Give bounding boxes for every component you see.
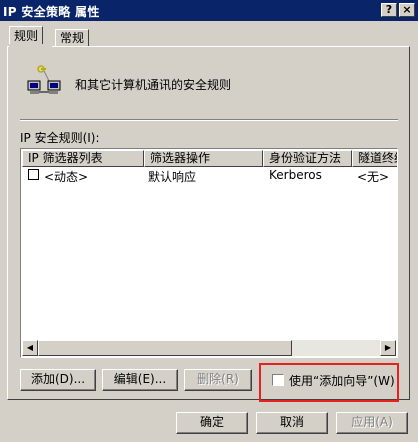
scroll-thumb[interactable] (38, 340, 292, 356)
horizontal-scrollbar[interactable]: ◀ ▶ (22, 340, 396, 356)
row-filter-list: <动态> (44, 170, 89, 184)
title-bar: IP 安全策略 属性 ? × (0, 0, 418, 21)
column-header-filter-action[interactable]: 筛选器操作 (144, 150, 263, 167)
rules-description: 和其它计算机通讯的安全规则 (75, 78, 232, 92)
rule-enabled-checkbox[interactable] (28, 169, 39, 180)
separator (20, 119, 398, 121)
use-wizard-label[interactable]: 使用“添加向导”(W) (289, 372, 395, 389)
column-header-filter-list[interactable]: IP 筛选器列表 (22, 150, 144, 167)
close-button[interactable]: × (399, 3, 415, 17)
use-wizard-checkbox[interactable] (272, 374, 284, 386)
help-button[interactable]: ? (381, 3, 397, 17)
tab-general[interactable]: 常规 (55, 29, 90, 46)
rules-listview[interactable]: IP 筛选器列表 筛选器操作 身份验证方法 隧道终结 <动态> 默认响应 Ker… (20, 148, 398, 358)
scroll-left-icon[interactable]: ◀ (22, 340, 38, 356)
column-header-tunnel[interactable]: 隧道终结 (352, 150, 397, 167)
window-title: IP 安全策略 属性 (3, 5, 100, 19)
row-filter-action: 默认响应 (148, 170, 197, 184)
ok-button[interactable]: 确定 (176, 412, 248, 434)
table-row[interactable]: <动态> 默认响应 Kerberos <无> (22, 167, 396, 184)
scroll-right-icon[interactable]: ▶ (380, 340, 396, 356)
column-header-auth-method[interactable]: 身份验证方法 (263, 150, 352, 167)
row-tunnel: <无> (357, 170, 390, 184)
network-computers-icon (27, 65, 61, 94)
rules-list-label: IP 安全规则(I): (20, 131, 100, 145)
apply-button[interactable]: 应用(A) (336, 412, 408, 434)
row-auth-method: Kerberos (269, 168, 322, 182)
cancel-button[interactable]: 取消 (256, 412, 328, 434)
